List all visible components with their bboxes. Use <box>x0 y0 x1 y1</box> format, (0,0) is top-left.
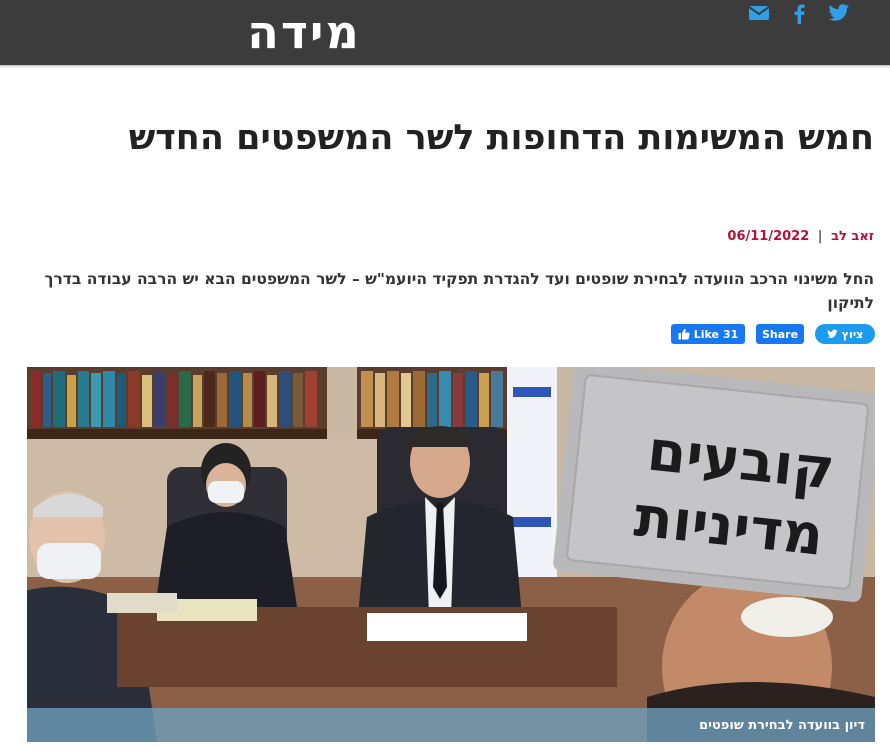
hero-photo: קובעים מדיניות <box>27 367 875 742</box>
facebook-share-button[interactable]: Share <box>756 324 804 344</box>
meta-separator: | <box>817 229 823 244</box>
twitter-icon <box>828 4 850 21</box>
article-hero-image[interactable]: קובעים מדיניות דיון בוועדה לבחירת שופטים <box>27 367 875 742</box>
article-meta: זאב לב | 06/11/2022 <box>727 229 874 244</box>
article-summary: החל משינוי הרכב הוועדה לבחירת שופטים ועד… <box>44 270 874 312</box>
like-count: 31 <box>722 327 739 341</box>
twitter-share-button[interactable] <box>828 3 852 27</box>
mail-share-button[interactable] <box>748 3 772 27</box>
tweet-label: ציוץ <box>841 327 864 341</box>
tweet-button[interactable]: ציוץ <box>815 324 875 344</box>
facebook-share-button[interactable] <box>790 3 814 27</box>
header-divider <box>0 65 890 68</box>
share-label: Share <box>761 327 799 341</box>
thumbs-up-icon <box>678 328 690 340</box>
article-title: חמש המשימות הדחופות לשר המשפטים החדש <box>128 118 874 158</box>
facebook-icon <box>794 4 805 24</box>
facebook-like-button[interactable]: Like 31 <box>671 324 745 344</box>
like-label: Like <box>693 327 719 341</box>
site-logo[interactable]: מידה <box>246 6 362 58</box>
image-caption: דיון בוועדה לבחירת שופטים <box>699 718 865 733</box>
envelope-icon <box>748 6 770 20</box>
site-header: מידה <box>0 0 890 65</box>
author-link[interactable]: זאב לב <box>831 229 874 244</box>
article-date: 06/11/2022 <box>727 229 810 244</box>
twitter-icon <box>826 329 838 338</box>
